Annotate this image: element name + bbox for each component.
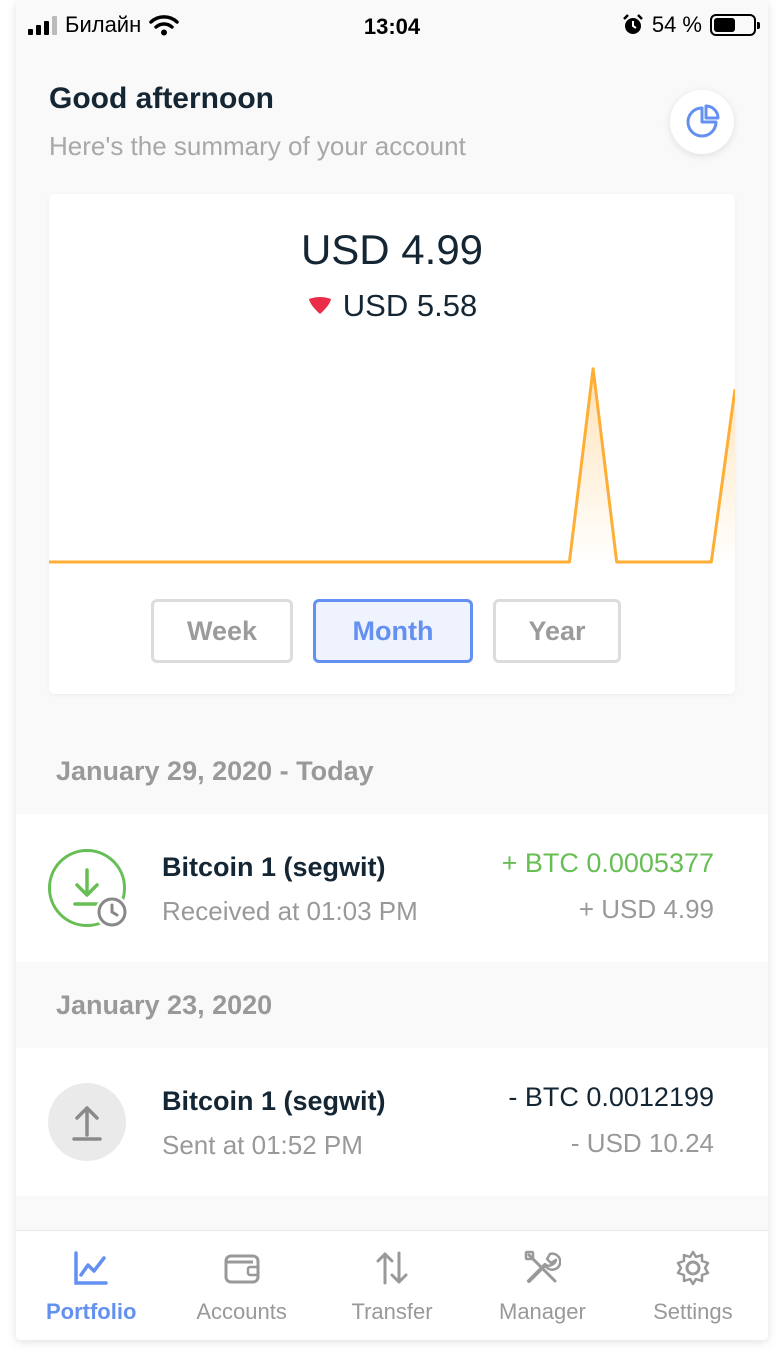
- pie-chart-icon: [686, 104, 720, 138]
- operation-fiat-amount: - USD 10.24: [570, 1128, 714, 1158]
- alarm-icon: [622, 14, 643, 34]
- section-date-header: January 29, 2020 - Today: [56, 756, 374, 786]
- send-icon: [48, 1083, 126, 1161]
- status-bar: Билайн 13:04 54 %: [16, 0, 768, 56]
- tab-label: Accounts: [196, 1299, 287, 1324]
- total-balance: USD 4.99: [300, 226, 484, 273]
- operation-account: Bitcoin 1 (segwit): [162, 1086, 386, 1116]
- transfer-arrows-icon: [376, 1251, 408, 1285]
- balance-change-value: USD 5.58: [342, 288, 478, 323]
- chart-series-line: [49, 367, 735, 564]
- chart-area-fill: [49, 368, 735, 562]
- portfolio-chart-icon: [74, 1251, 108, 1285]
- operation-row[interactable]: Bitcoin 1 (segwit) Sent at 01:52 PM - BT…: [16, 1048, 768, 1196]
- operation-fiat-amount: + USD 4.99: [578, 894, 714, 924]
- operation-crypto-amount: + BTC 0.0005377: [501, 848, 714, 878]
- battery-icon: [710, 14, 760, 36]
- operation-row[interactable]: Bitcoin 1 (segwit) Received at 01:03 PM …: [16, 814, 768, 962]
- operation-detail: Received at 01:03 PM: [162, 896, 418, 926]
- gear-icon: [676, 1250, 710, 1286]
- tab-settings[interactable]: Settings: [618, 1231, 768, 1340]
- battery-percentage: 54 %: [651, 12, 702, 37]
- clock-icon: [95, 895, 129, 929]
- range-year-button[interactable]: Year: [493, 599, 621, 663]
- portfolio-chart[interactable]: [49, 354, 735, 574]
- range-week-button[interactable]: Week: [151, 599, 293, 663]
- tab-manager[interactable]: Manager: [467, 1231, 617, 1340]
- balance-change: USD 5.58: [49, 288, 735, 324]
- greeting-subtitle: Here's the summary of your account: [49, 131, 466, 161]
- section-date-header: January 23, 2020: [56, 990, 273, 1020]
- operation-detail: Sent at 01:52 PM: [162, 1130, 363, 1160]
- tab-accounts[interactable]: Accounts: [166, 1231, 316, 1340]
- app-screen: Билайн 13:04 54 % Good afternoon Here's …: [16, 0, 768, 1340]
- down-caret-icon: [308, 297, 331, 314]
- tab-label: Manager: [499, 1299, 586, 1324]
- operation-crypto-amount: - BTC 0.0012199: [508, 1082, 714, 1112]
- portfolio-card: USD 4.99 USD 5.58 Week Month Year: [49, 194, 735, 694]
- operation-account: Bitcoin 1 (segwit): [162, 852, 386, 882]
- battery-level: [714, 18, 735, 32]
- bottom-tab-bar: Portfolio Accounts Transfer Manager Sett…: [16, 1230, 768, 1340]
- range-selector: Week Month Year: [151, 599, 621, 663]
- tools-icon: [525, 1250, 562, 1283]
- tab-label: Transfer: [351, 1299, 433, 1324]
- greeting-title: Good afternoon: [49, 82, 274, 115]
- wallet-icon: [224, 1254, 260, 1284]
- allocation-button[interactable]: [670, 90, 734, 154]
- tab-transfer[interactable]: Transfer: [317, 1231, 467, 1340]
- tab-label: Portfolio: [45, 1299, 137, 1324]
- tab-label: Settings: [653, 1299, 733, 1324]
- range-month-button[interactable]: Month: [313, 599, 473, 663]
- tab-portfolio[interactable]: Portfolio: [16, 1231, 166, 1340]
